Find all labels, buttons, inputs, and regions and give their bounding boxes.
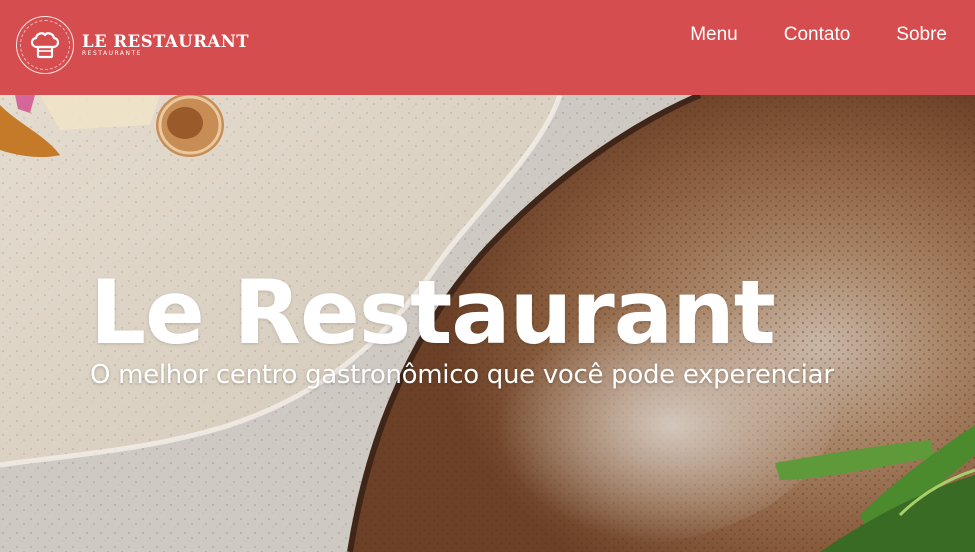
hero-section: Le Restaurant O melhor centro gastronômi… [0, 95, 975, 552]
nav-link-sobre[interactable]: Sobre [896, 24, 947, 46]
chef-hat-icon [30, 32, 60, 59]
logo-text: LE RESTAURANT RESTAURANTE [82, 32, 250, 58]
hero-subtitle: O melhor centro gastronômico que você po… [90, 360, 834, 390]
main-nav: Menu Contato Sobre [690, 24, 947, 46]
site-header: LE RESTAURANT RESTAURANTE Menu Contato S… [0, 0, 975, 95]
nav-link-contato[interactable]: Contato [784, 24, 851, 46]
logo-badge [16, 16, 74, 74]
brand-tagline: RESTAURANTE [82, 50, 142, 57]
brand-logo[interactable]: LE RESTAURANT RESTAURANTE [16, 16, 249, 74]
logo-badge-ring [20, 20, 70, 70]
brand-name: LE RESTAURANT [82, 32, 250, 51]
nav-link-menu[interactable]: Menu [690, 24, 738, 46]
hero-title: Le Restaurant [90, 261, 776, 364]
